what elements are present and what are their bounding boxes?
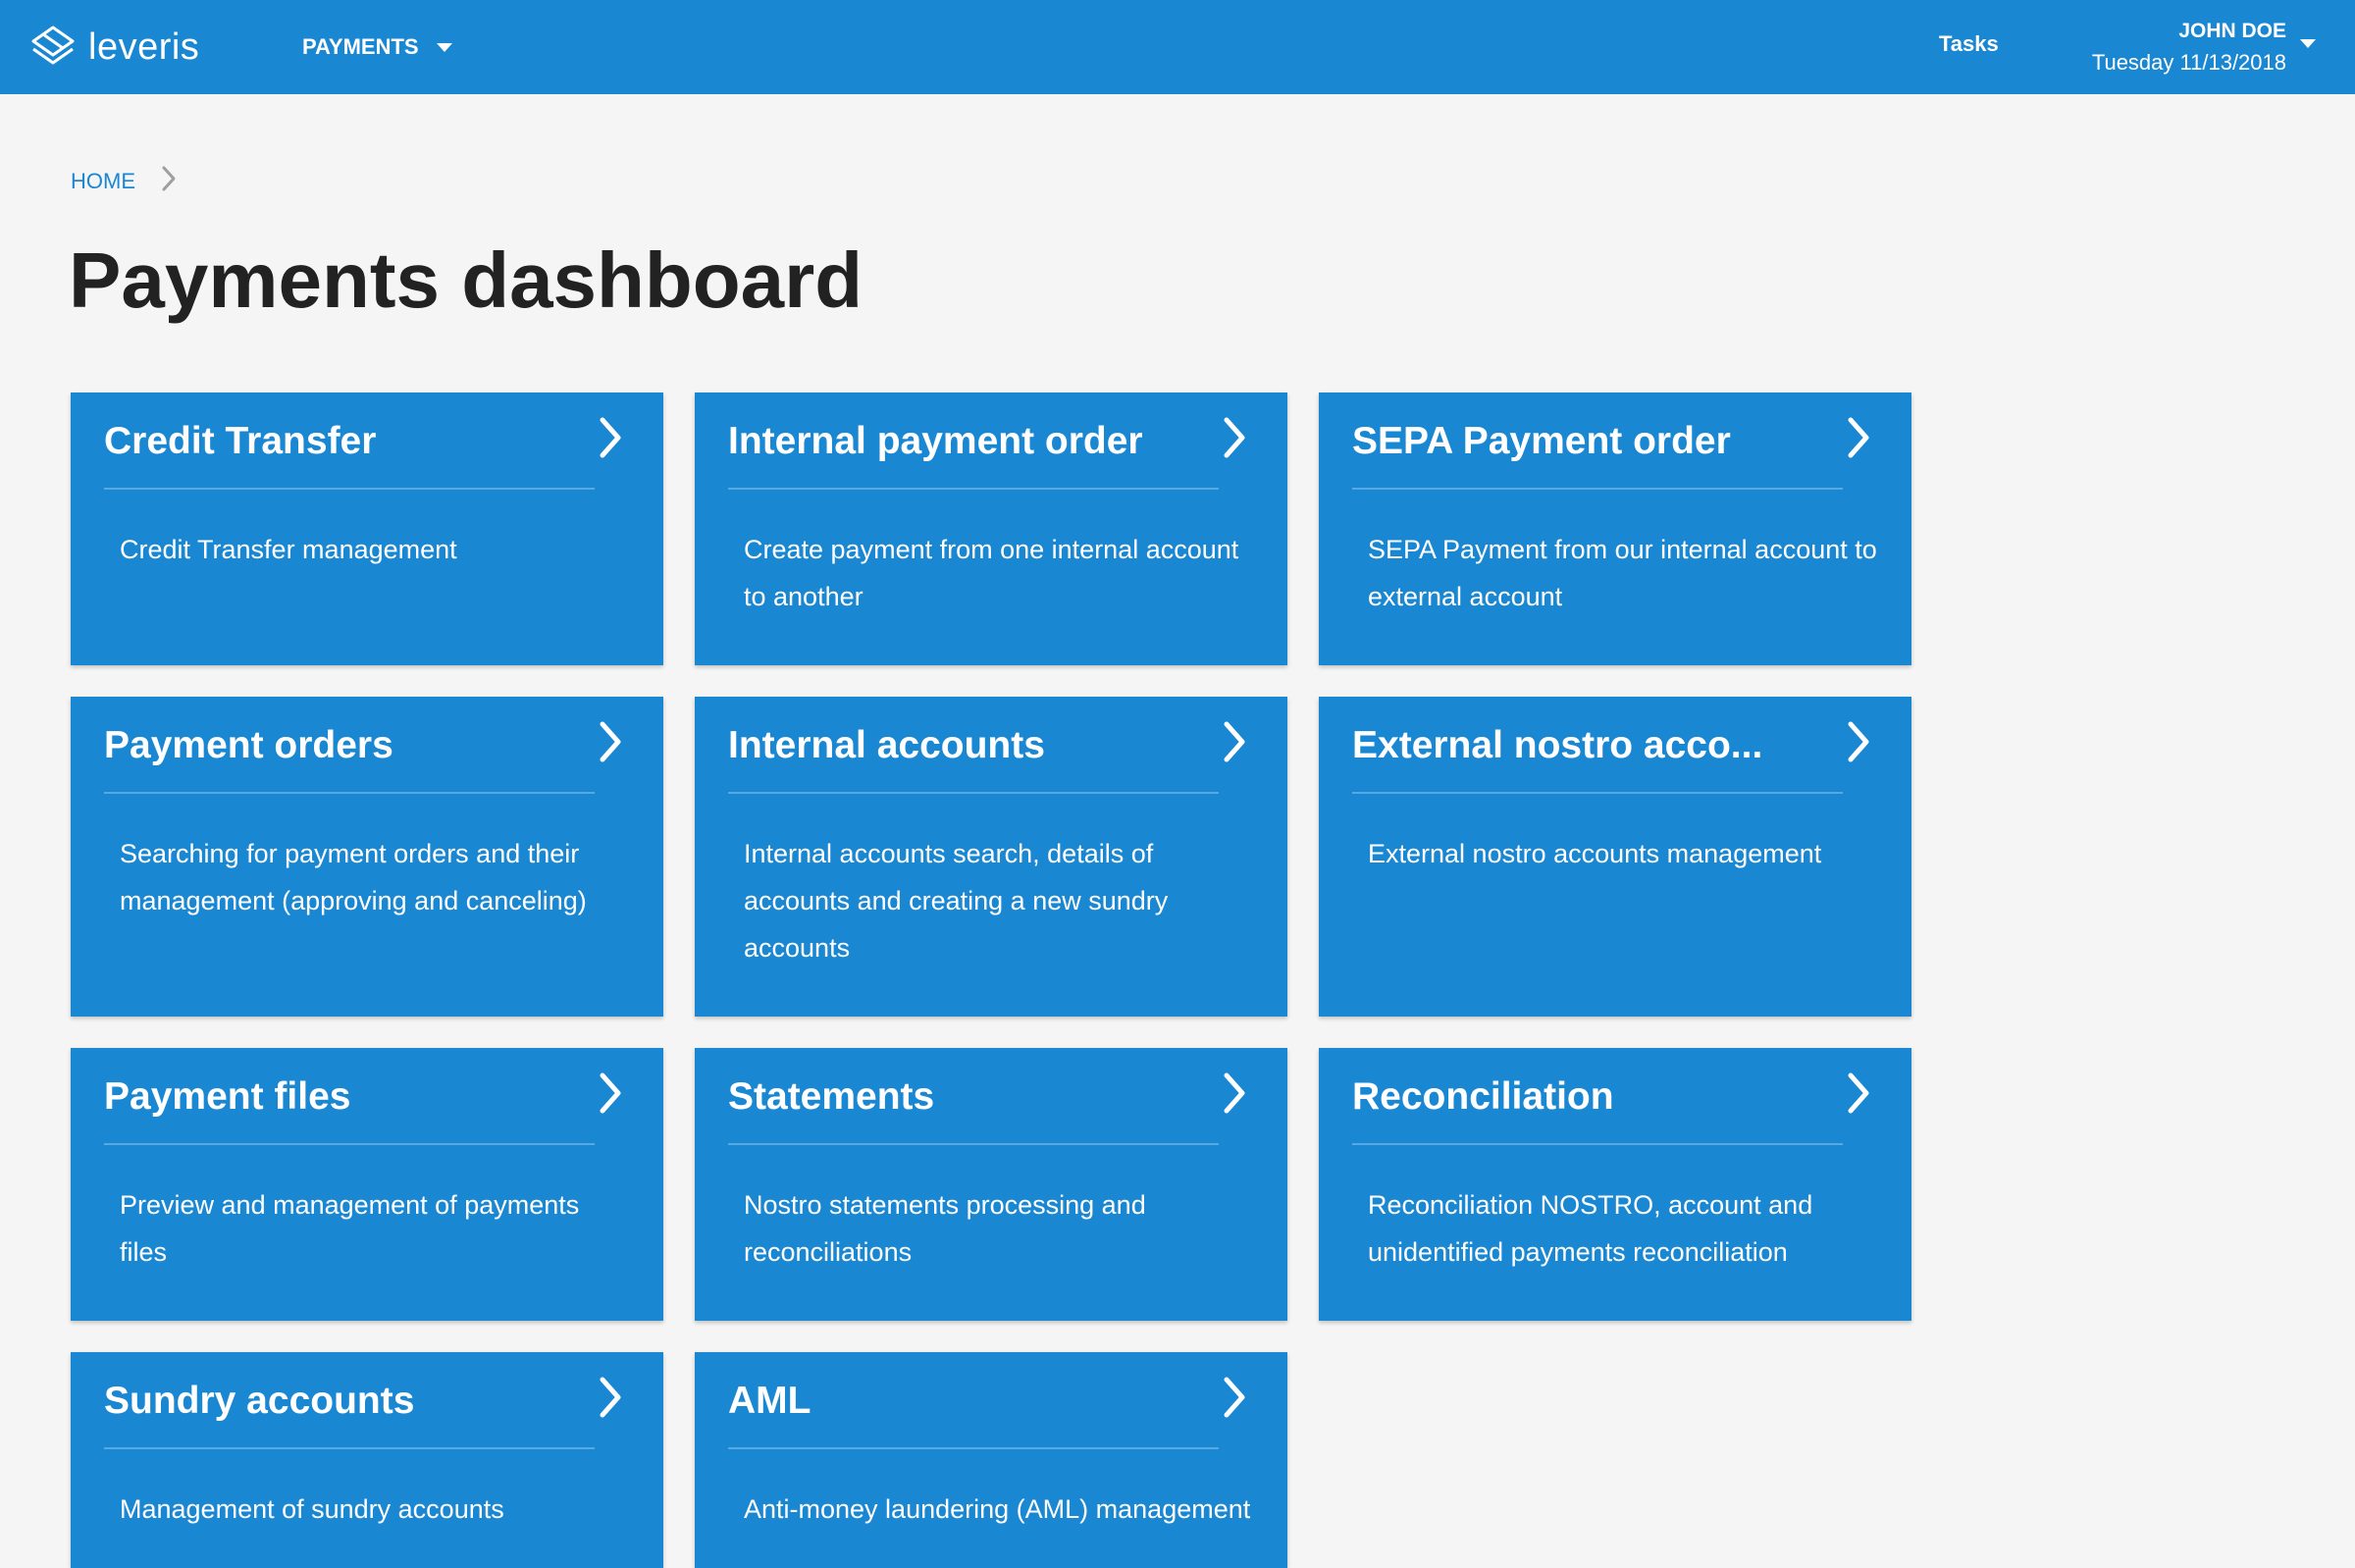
card-description: Preview and management of payments files xyxy=(120,1190,580,1267)
chevron-right-icon xyxy=(1848,417,1869,458)
card-title: SEPA Payment order xyxy=(1352,420,1731,462)
card-divider xyxy=(728,488,1219,490)
card-title: AML xyxy=(728,1380,811,1422)
card-sundry-accounts[interactable]: Sundry accounts Management of sundry acc… xyxy=(71,1352,663,1568)
card-divider xyxy=(728,792,1219,794)
chevron-right-icon xyxy=(600,1072,621,1114)
card-divider xyxy=(104,792,595,794)
card-description: Reconciliation NOSTRO, account and unide… xyxy=(1368,1190,1813,1267)
card-description: Internal accounts search, details of acc… xyxy=(744,839,1169,963)
card-divider xyxy=(104,1143,595,1145)
card-payment-files[interactable]: Payment files Preview and management of … xyxy=(71,1048,663,1321)
card-title: External nostro acco... xyxy=(1352,724,1763,766)
card-reconciliation[interactable]: Reconciliation Reconciliation NOSTRO, ac… xyxy=(1319,1048,1911,1321)
card-description: Management of sundry accounts xyxy=(120,1494,504,1524)
card-external-nostro-accounts[interactable]: External nostro acco... External nostro … xyxy=(1319,697,1911,1017)
card-title: Credit Transfer xyxy=(104,420,377,462)
logo-text: leveris xyxy=(88,26,200,68)
card-title: Sundry accounts xyxy=(104,1380,415,1422)
chevron-right-icon xyxy=(600,417,621,458)
card-divider xyxy=(728,1447,1219,1449)
card-description: Anti-money laundering (AML) management xyxy=(744,1494,1251,1524)
top-navigation-bar: leveris PAYMENTS Tasks JOHN DOE Tuesday … xyxy=(0,0,2355,94)
card-description: Credit Transfer management xyxy=(120,535,457,564)
breadcrumb: HOME xyxy=(71,165,177,198)
chevron-right-icon xyxy=(1848,1072,1869,1114)
card-divider xyxy=(728,1143,1219,1145)
card-description: Create payment from one internal account… xyxy=(744,535,1239,611)
card-divider xyxy=(1352,792,1843,794)
card-title: Reconciliation xyxy=(1352,1075,1614,1118)
card-sepa-payment-order[interactable]: SEPA Payment order SEPA Payment from our… xyxy=(1319,392,1911,665)
chevron-right-icon xyxy=(1224,417,1245,458)
card-title: Internal accounts xyxy=(728,724,1045,766)
user-menu[interactable]: JOHN DOE Tuesday 11/13/2018 xyxy=(2092,18,2286,80)
user-menu-chevron-down-icon[interactable] xyxy=(2300,39,2316,48)
card-internal-accounts[interactable]: Internal accounts Internal accounts sear… xyxy=(695,697,1287,1017)
card-title: Payment files xyxy=(104,1075,351,1118)
card-internal-payment-order[interactable]: Internal payment order Create payment fr… xyxy=(695,392,1287,665)
card-title: Statements xyxy=(728,1075,935,1118)
chevron-right-icon xyxy=(600,721,621,762)
card-title: Payment orders xyxy=(104,724,393,766)
payments-menu-dropdown[interactable]: PAYMENTS xyxy=(302,29,452,65)
card-divider xyxy=(1352,488,1843,490)
logo[interactable]: leveris xyxy=(29,22,199,73)
chevron-right-icon xyxy=(161,165,177,198)
payments-menu-label: PAYMENTS xyxy=(302,34,419,59)
chevron-right-icon xyxy=(600,1377,621,1418)
card-description: Searching for payment orders and their m… xyxy=(120,839,587,915)
leveris-logo-icon xyxy=(29,24,77,71)
user-name: JOHN DOE xyxy=(2178,20,2286,42)
card-payment-orders[interactable]: Payment orders Searching for payment ord… xyxy=(71,697,663,1017)
page-title: Payments dashboard xyxy=(69,236,864,324)
chevron-right-icon xyxy=(1224,1072,1245,1114)
card-statements[interactable]: Statements Nostro statements processing … xyxy=(695,1048,1287,1321)
card-description: External nostro accounts management xyxy=(1368,839,1822,868)
tasks-link[interactable]: Tasks xyxy=(1939,31,1999,57)
card-description: Nostro statements processing and reconci… xyxy=(744,1190,1146,1267)
card-divider xyxy=(104,488,595,490)
card-aml[interactable]: AML Anti-money laundering (AML) manageme… xyxy=(695,1352,1287,1568)
chevron-right-icon xyxy=(1224,721,1245,762)
breadcrumb-home-link[interactable]: HOME xyxy=(71,169,135,194)
chevron-right-icon xyxy=(1848,721,1869,762)
card-divider xyxy=(1352,1143,1843,1145)
chevron-right-icon xyxy=(1224,1377,1245,1418)
chevron-down-icon xyxy=(436,42,452,52)
card-title: Internal payment order xyxy=(728,420,1143,462)
card-credit-transfer[interactable]: Credit Transfer Credit Transfer manageme… xyxy=(71,392,663,665)
card-description: SEPA Payment from our internal account t… xyxy=(1368,535,1877,611)
dashboard-card-grid: Credit Transfer Credit Transfer manageme… xyxy=(71,392,1911,1568)
card-divider xyxy=(104,1447,595,1449)
current-date: Tuesday 11/13/2018 xyxy=(2091,50,2286,75)
